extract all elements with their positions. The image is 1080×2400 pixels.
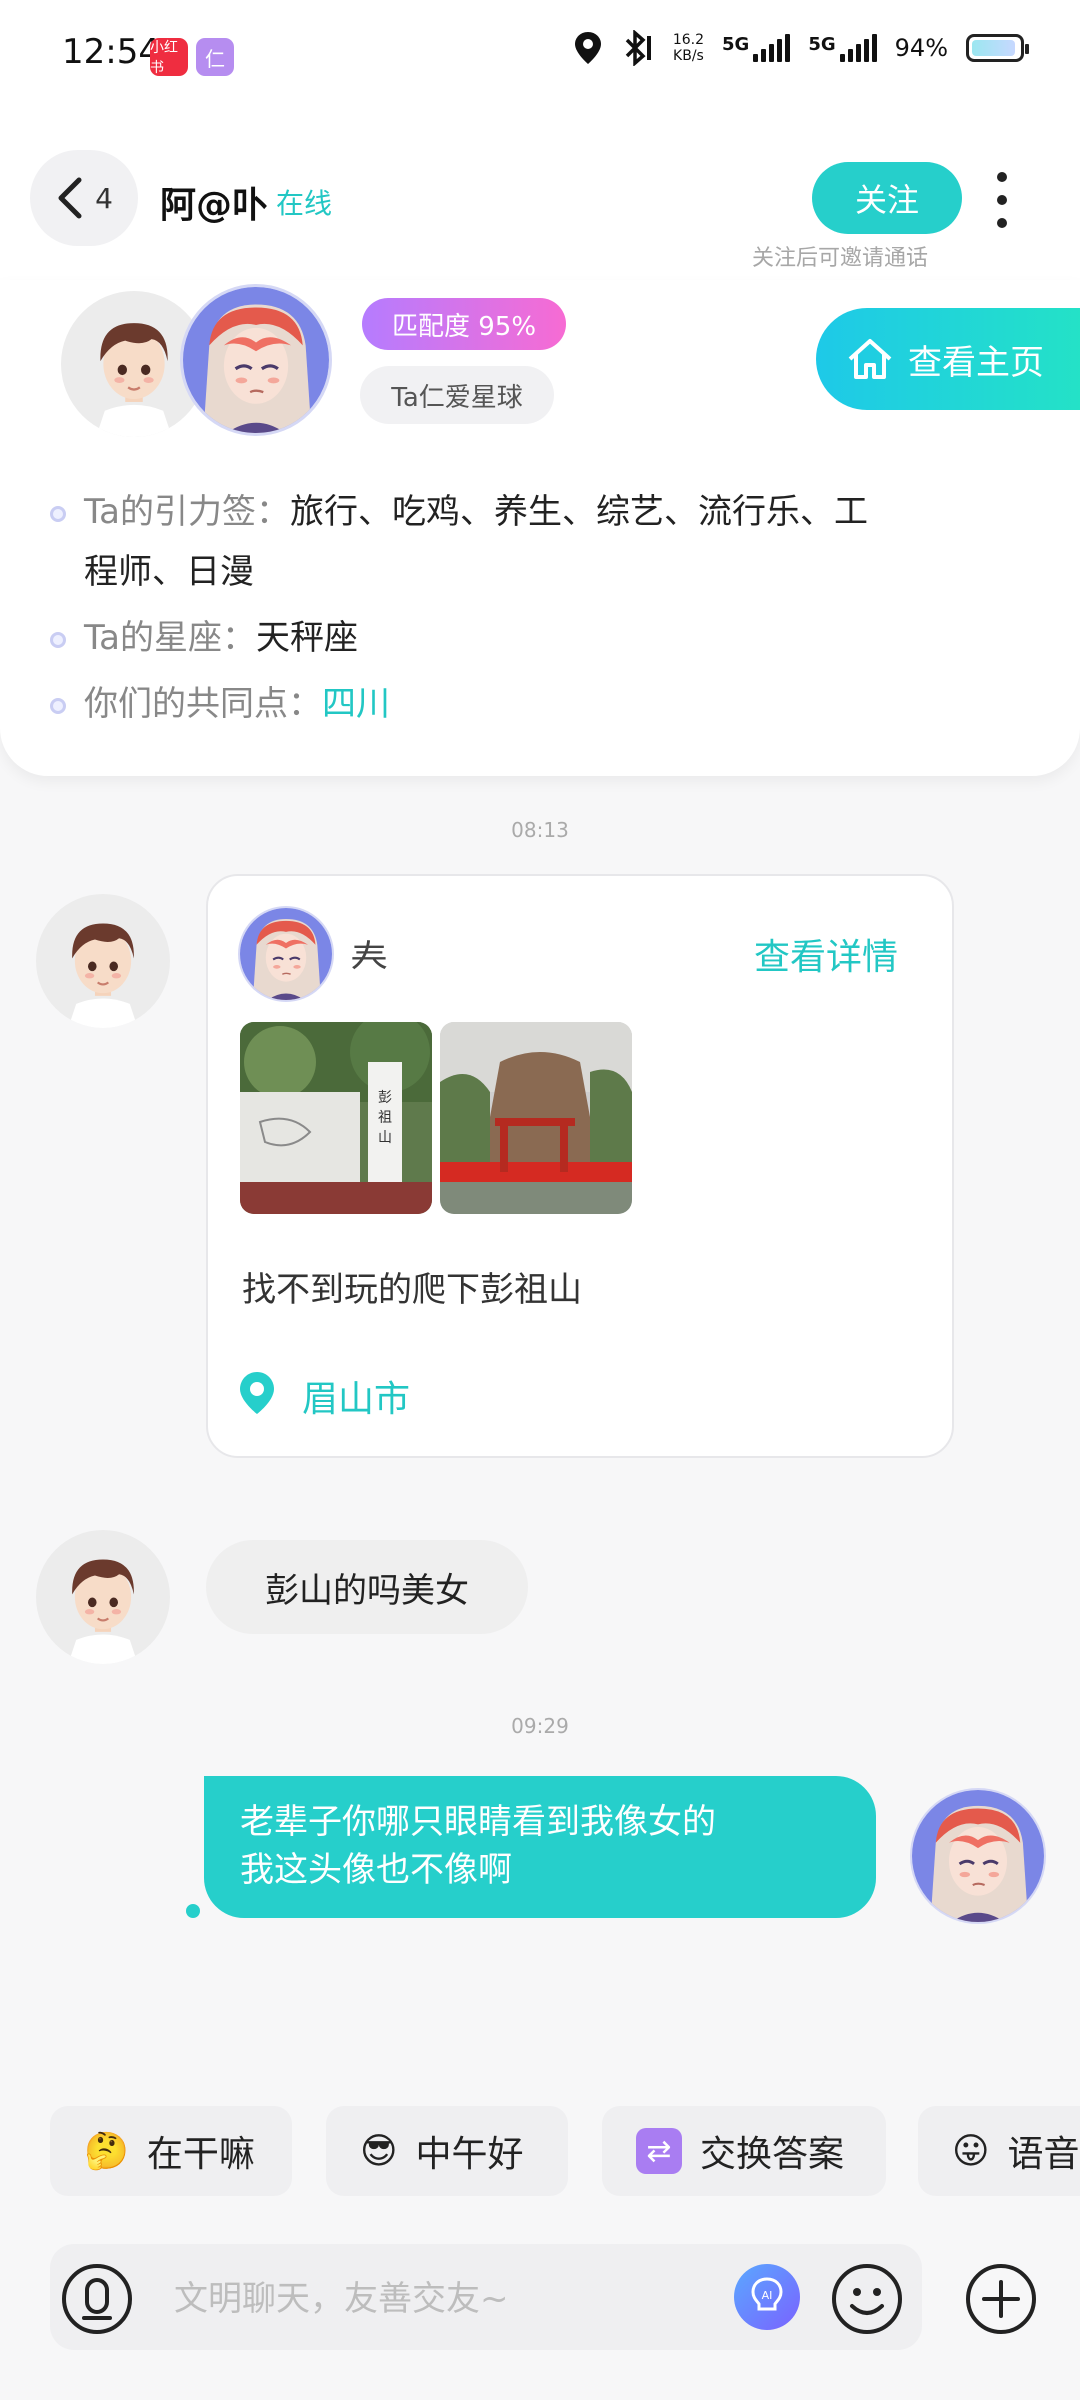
view-details-link[interactable]: 查看详情 <box>754 928 898 980</box>
tags-value-line2: 程师、日漫 <box>84 552 254 592</box>
post-photo[interactable]: 彭 祖 山 <box>240 1022 432 1214</box>
contact-avatar[interactable] <box>36 1530 170 1664</box>
bluetooth-icon <box>625 30 651 66</box>
quick-reply-chip[interactable]: 🤔 在干嘛 <box>50 2106 292 2196</box>
signal-bars-icon <box>753 34 791 62</box>
my-avatar[interactable] <box>910 1788 1046 1924</box>
planet-badge[interactable]: Ta仁爱星球 <box>360 366 554 424</box>
online-status: 在线 <box>276 187 333 220</box>
svg-text:山: 山 <box>378 1130 392 1146</box>
sent-status-dot <box>186 1904 200 1918</box>
bullet-icon <box>50 632 66 648</box>
post-author-name: 𡗗 <box>350 935 389 979</box>
back-button[interactable]: 4 <box>30 150 138 246</box>
quick-reply-label: 语音 <box>1007 2134 1080 2175</box>
location-pin-icon <box>240 1372 274 1414</box>
dot <box>997 218 1007 228</box>
ai-assistant-icon[interactable]: AI <box>734 2264 800 2330</box>
match-badge: 匹配度 95% <box>362 298 566 350</box>
tongue-emoji-icon: 😛 <box>952 2130 990 2172</box>
more-options-button[interactable] <box>990 172 1014 228</box>
net-speed-unit: KB/s <box>673 48 704 64</box>
chevron-left-icon <box>58 177 82 219</box>
status-indicators: 16.2 KB/s 5G 5G 94% <box>573 30 1029 66</box>
zodiac-label: Ta的星座： <box>84 618 256 658</box>
signal-1: 5G <box>722 34 791 62</box>
dot <box>997 172 1007 182</box>
follow-button[interactable]: 关注 <box>812 162 962 234</box>
svg-text:AI: AI <box>762 2289 773 2302</box>
battery-icon <box>966 34 1029 62</box>
zodiac-value: 天秤座 <box>255 618 358 658</box>
network-speed: 16.2 KB/s <box>673 32 704 64</box>
signal-bars-icon <box>839 34 877 62</box>
sunglasses-emoji-icon: 😎 <box>360 2130 398 2172</box>
location-icon <box>574 32 601 64</box>
battery-fill <box>972 40 1016 56</box>
common-row: 你们的共同点：四川 <box>50 674 1040 734</box>
add-icon[interactable] <box>964 2262 1038 2336</box>
post-location[interactable]: 眉山市 <box>302 1370 410 1422</box>
tags-row: Ta的引力签：旅行、吃鸡、养生、综艺、流行乐、工 程师、日漫 <box>50 482 1040 602</box>
svg-text:祖: 祖 <box>378 1110 392 1126</box>
quick-reply-chip[interactable]: 😛 语音 <box>918 2106 1080 2196</box>
notification-app-icon: 仁 <box>196 38 234 76</box>
bullet-icon <box>50 698 66 714</box>
outgoing-message[interactable]: 老辈子你哪只眼睛看到我像女的 我这头像也不像啊 <box>204 1776 876 1918</box>
common-value: 四川 <box>322 684 390 724</box>
svg-text:彭: 彭 <box>378 1090 392 1106</box>
thinking-emoji-icon: 🤔 <box>84 2131 129 2172</box>
message-input[interactable] <box>172 2270 716 2328</box>
emoji-icon[interactable] <box>830 2262 904 2336</box>
timestamp: 08:13 <box>511 818 569 842</box>
post-photo[interactable] <box>440 1022 632 1214</box>
quick-reply-label: 交换答案 <box>700 2134 845 2175</box>
swap-icon: ⇄ <box>636 2128 682 2174</box>
quick-reply-chip[interactable]: 😎 中午好 <box>326 2106 568 2196</box>
outgoing-line-2: 我这头像也不像啊 <box>240 1850 512 1890</box>
contact-name: 阿@卟 <box>160 185 269 226</box>
bullet-icon <box>50 506 66 522</box>
xiaohongshu-app-icon: 小红书 <box>150 38 188 76</box>
battery-percent: 94% <box>894 34 948 62</box>
signal-2-label: 5G <box>808 34 836 55</box>
signal-1-label: 5G <box>722 34 750 55</box>
post-author-avatar <box>238 906 334 1002</box>
net-speed-value: 16.2 <box>672 32 705 48</box>
my-avatar[interactable] <box>180 284 332 436</box>
timestamp: 09:29 <box>511 1714 569 1738</box>
unread-count: 4 <box>95 181 113 215</box>
tags-value-line1: 旅行、吃鸡、养生、综艺、流行乐、工 <box>289 492 868 532</box>
quick-reply-label: 在干嘛 <box>146 2134 255 2175</box>
tags-label: Ta的引力签： <box>84 492 290 532</box>
voice-input-icon[interactable] <box>60 2262 134 2336</box>
common-label: 你们的共同点： <box>84 684 322 724</box>
incoming-message[interactable]: 彭山的吗美女 <box>206 1540 528 1634</box>
quick-reply-bar: 🤔 在干嘛 😎 中午好 ⇄ 交换答案 😛 语音 <box>0 2106 1080 2202</box>
view-homepage-label: 查看主页 <box>908 342 1044 383</box>
post-text: 找不到玩的爬下彭祖山 <box>242 1270 582 1310</box>
zodiac-row: Ta的星座：天秤座 <box>50 608 1040 668</box>
dot <box>997 195 1007 205</box>
contact-avatar[interactable] <box>36 894 170 1028</box>
status-time: 12:54 <box>62 32 160 72</box>
home-icon <box>848 339 892 379</box>
outgoing-line-1: 老辈子你哪只眼睛看到我像女的 <box>240 1802 716 1842</box>
signal-2: 5G <box>808 34 877 62</box>
view-homepage-button[interactable]: 查看主页 <box>816 308 1080 410</box>
follow-hint: 关注后可邀请通话 <box>752 246 929 271</box>
quick-reply-chip[interactable]: ⇄ 交换答案 <box>602 2106 886 2196</box>
quick-reply-label: 中午好 <box>415 2134 524 2175</box>
